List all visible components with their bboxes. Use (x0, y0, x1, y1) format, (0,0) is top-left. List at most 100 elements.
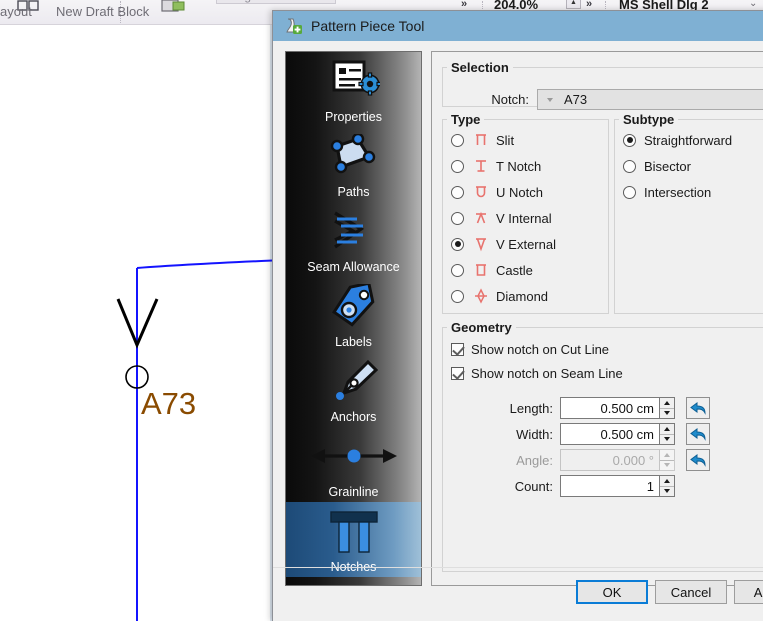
stepper-down-icon[interactable] (660, 487, 674, 497)
type-legend: Type (451, 112, 481, 127)
properties-icon (286, 52, 421, 110)
type-option-castle[interactable]: Castle (443, 257, 608, 283)
type-option-t-notch[interactable]: T Notch (443, 153, 608, 179)
notch-u-icon (471, 184, 491, 200)
type-option-diamond[interactable]: Diamond (443, 283, 608, 309)
radio-indicator[interactable] (451, 159, 464, 173)
notch-combobox[interactable]: A73 (537, 89, 763, 110)
sidebar-item-anchors[interactable]: Anchors (286, 352, 421, 427)
width-stepper[interactable] (659, 423, 675, 445)
sidebar-item-label: Properties (325, 110, 382, 124)
sidebar-item-seam-allowance[interactable]: Seam Allowance (286, 202, 421, 277)
notch-combobox-caret-icon (547, 98, 553, 102)
checkbox-label: Show notch on Seam Line (471, 365, 623, 381)
dialog-nav[interactable]: Properties Paths Seam Allowance Labels A… (285, 51, 422, 586)
stepper-down-icon[interactable] (660, 409, 674, 419)
radio-indicator[interactable] (623, 185, 636, 199)
field-label: Width: (516, 426, 553, 442)
ribbon-layout-label[interactable]: ayout (0, 4, 32, 19)
grainline-icon (286, 427, 421, 485)
subtype-group: Subtype Straightforward Bisector Interse… (614, 112, 763, 314)
length-stepper[interactable] (659, 397, 675, 419)
stepper-up-icon[interactable] (660, 398, 674, 409)
subtype-option-intersection[interactable]: Intersection (615, 179, 763, 205)
sidebar-item-labels[interactable]: Labels (286, 277, 421, 352)
subtype-legend: Subtype (623, 112, 675, 127)
width-input[interactable]: 0.500 cm (560, 423, 660, 445)
type-option-u-notch[interactable]: U Notch (443, 179, 608, 205)
count-value: 1 (646, 478, 654, 494)
selection-legend: Selection (451, 60, 509, 75)
radio-indicator[interactable] (451, 185, 464, 199)
cancel-button[interactable]: Cancel (655, 580, 727, 604)
type-option-slit[interactable]: Slit (443, 127, 608, 153)
angle-stepper (659, 449, 675, 471)
notch-v-internal-icon (471, 210, 491, 226)
ribbon-draft-block-label: Draft Block: (152, 0, 226, 3)
type-option-v-internal[interactable]: V Internal (443, 205, 608, 231)
pattern-piece-icon (286, 18, 302, 34)
anchors-icon (286, 352, 421, 410)
sidebar-item-properties[interactable]: Properties (286, 52, 421, 127)
length-value: 0.500 cm (600, 400, 654, 416)
count-stepper[interactable] (659, 475, 675, 497)
revert-arrow-icon (689, 428, 706, 441)
sidebar-item-grainline[interactable]: Grainline (286, 427, 421, 502)
angle-revert-button[interactable] (686, 449, 710, 471)
count-input[interactable]: 1 (560, 475, 660, 497)
length-revert-button[interactable] (686, 397, 710, 419)
notch-v-external-icon (471, 236, 491, 252)
radio-indicator[interactable] (451, 237, 464, 251)
type-option-label: Castle (496, 262, 533, 278)
angle-value: 0.000 ° (612, 452, 654, 468)
zoom-stepper[interactable]: ▲ (566, 0, 581, 9)
radio-indicator[interactable] (451, 133, 464, 147)
revert-arrow-icon (689, 402, 706, 415)
ribbon-chevron-down-icon[interactable]: ⌄ (749, 0, 757, 9)
radio-indicator[interactable] (451, 211, 464, 225)
width-revert-button[interactable] (686, 423, 710, 445)
checkbox-show-notch-seam-line[interactable]: Show notch on Seam Line (443, 361, 763, 385)
field-count: Count: 1 (485, 475, 675, 497)
ribbon-overflow-mid-icon[interactable]: » (586, 0, 592, 10)
sidebar-item-label: Paths (337, 185, 370, 199)
subtype-option-label: Bisector (644, 158, 691, 174)
stepper-up-icon[interactable] (660, 476, 674, 487)
radio-indicator[interactable] (623, 133, 636, 147)
dialog-footer: OK Cancel Apply (273, 567, 763, 621)
subtype-option-label: Straightforward (644, 132, 733, 148)
seam-allowance-icon (286, 202, 421, 260)
radio-indicator[interactable] (623, 159, 636, 173)
labels-icon (286, 277, 421, 335)
footer-divider (273, 567, 763, 568)
subtype-option-bisector[interactable]: Bisector (615, 153, 763, 179)
type-option-label: V External (496, 236, 556, 252)
checkbox-label: Show notch on Cut Line (471, 341, 610, 357)
sidebar-item-paths[interactable]: Paths (286, 127, 421, 202)
notches-icon (286, 502, 421, 560)
dialog-body: Properties Paths Seam Allowance Labels A… (273, 41, 763, 621)
ribbon-overflow-left-icon[interactable]: » (461, 0, 467, 10)
checkbox-indicator[interactable] (451, 342, 464, 356)
checkbox-indicator[interactable] (451, 366, 464, 380)
field-label: Angle: (516, 452, 553, 468)
ok-button[interactable]: OK (576, 580, 648, 604)
type-option-v-external[interactable]: V External (443, 231, 608, 257)
notch-t-icon (471, 158, 491, 174)
sidebar-item-notches[interactable]: Notches (286, 502, 421, 577)
length-input[interactable]: 0.500 cm (560, 397, 660, 419)
apply-button[interactable]: Apply (734, 580, 763, 604)
dialog-titlebar[interactable]: Pattern Piece Tool (273, 11, 763, 41)
type-option-label: Slit (496, 132, 515, 148)
subtype-option-label: Intersection (644, 184, 712, 200)
stepper-up-icon[interactable] (660, 424, 674, 435)
radio-indicator[interactable] (451, 289, 464, 303)
field-label: Length: (509, 400, 553, 416)
stepper-down-icon[interactable] (660, 435, 674, 445)
draft-block-combobox[interactable]: Manga (216, 0, 336, 4)
subtype-option-straightforward[interactable]: Straightforward (615, 127, 763, 153)
ribbon-new-draft-block-label[interactable]: New Draft Block (56, 4, 149, 19)
notch-field-label: Notch: (491, 92, 529, 107)
checkbox-show-notch-cut-line[interactable]: Show notch on Cut Line (443, 337, 763, 361)
radio-indicator[interactable] (451, 263, 464, 277)
